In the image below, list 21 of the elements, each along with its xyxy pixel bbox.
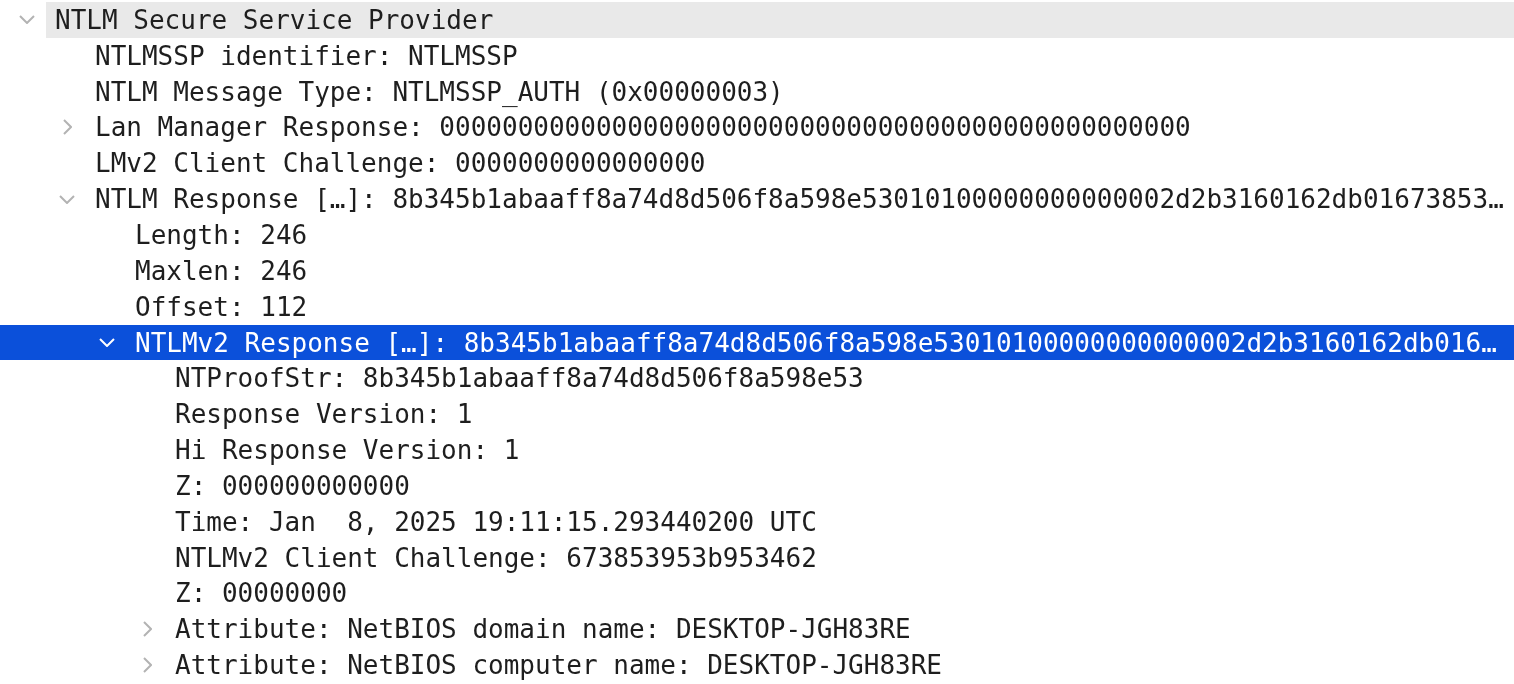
tree-row[interactable]: NTLMSSP identifier: NTLMSSP [0,37,1514,74]
tree-row[interactable]: Maxlen: 246 [0,252,1514,289]
tree-row[interactable]: Offset: 112 [0,288,1514,325]
tree-row[interactable]: NTLMv2 Response […]: 8b345b1abaaff8a74d8d506f8a598e53010100000000000002d2b3160162db016… [0,324,1514,361]
tree-row[interactable]: Length: 246 [0,217,1514,253]
tree-row[interactable]: Attribute: NetBIOS domain name: DESKTOP-JGH83RE [0,611,1514,648]
chevron-right-icon[interactable] [142,621,152,638]
tree-row[interactable]: Response Version: 1 [0,396,1514,433]
chevron-right-icon[interactable] [142,657,152,674]
tree-row[interactable]: NTLM Message Type: NTLMSSP_AUTH (0x00000003) [0,73,1514,110]
tree-row[interactable]: Z: 00000000 [0,575,1514,612]
tree-row[interactable]: NTLMv2 Client Challenge: 673853953b953462 [0,539,1514,576]
tree-row[interactable]: Hi Response Version: 1 [0,432,1514,468]
tree-row[interactable]: NTLM Response […]: 8b345b1abaaff8a74d8d506f8a598e53010100000000000002d2b3160162db01673853… [0,181,1514,218]
tree-row[interactable]: NTProofStr: 8b345b1abaaff8a74d8d506f8a598e53 [0,360,1514,397]
tree-row[interactable]: Lan Manager Response: 000000000000000000000000000000000000000000000000 [0,109,1514,146]
tree-row[interactable]: Z: 000000000000 [0,467,1514,504]
chevron-right-icon[interactable] [62,119,72,136]
tree-row[interactable]: Attribute: NetBIOS computer name: DESKTOP-JGH83RE [0,647,1514,684]
tree-row[interactable]: LMv2 Client Challenge: 0000000000000000 [0,145,1514,182]
tree-row[interactable]: Time: Jan 8, 2025 19:11:15.293440200 UTC [0,503,1514,540]
